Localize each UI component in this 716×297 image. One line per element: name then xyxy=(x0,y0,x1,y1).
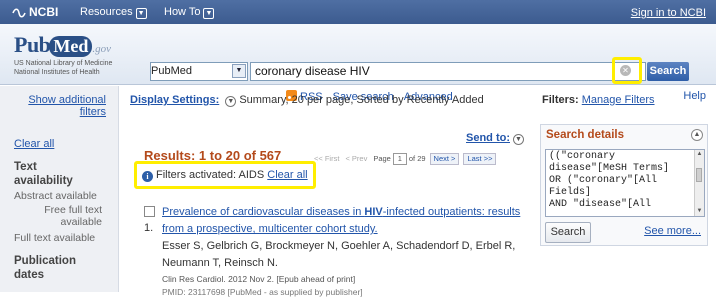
filters-activated-notice: i Filters activated: AIDS Clear all xyxy=(142,169,308,182)
display-settings[interactable]: Display Settings: ▼ Summary, 20 per page,… xyxy=(130,94,484,107)
manage-filters-link[interactable]: Manage Filters xyxy=(582,94,655,106)
publication-dates-heading: Publication dates xyxy=(14,255,76,281)
filters-clear-all-link[interactable]: Clear all xyxy=(267,169,307,181)
page-number-input[interactable]: 1 xyxy=(392,153,407,165)
howto-menu[interactable]: How To ▼ xyxy=(164,6,215,19)
result-journal: Clin Res Cardiol. 2012 Nov 2. [Epub ahea… xyxy=(162,274,356,284)
clear-search-icon[interactable]: ✕ xyxy=(620,65,631,76)
display-settings-value: Summary, 20 per page, Sorted by Recently… xyxy=(239,94,484,106)
scroll-up-icon[interactable]: ▲ xyxy=(695,150,704,159)
search-details-textarea[interactable]: (("coronary disease"[MeSH Terms] OR ("co… xyxy=(545,149,705,217)
send-to-label: Send to: xyxy=(466,132,510,144)
ncbi-logo-icon xyxy=(12,8,26,18)
result-title-keyword: HIV xyxy=(364,206,383,218)
database-select-value: PubMed xyxy=(151,65,192,77)
first-page-button[interactable]: << First xyxy=(314,154,339,163)
filters-manage: Filters: Manage Filters xyxy=(542,94,655,106)
result-pmid: PMID: 23117698 [PubMed - as supplied by … xyxy=(162,287,363,297)
search-details-panel: Search details ▲ (("coronary disease"[Me… xyxy=(540,124,708,246)
filter-full-text-available[interactable]: Full text available xyxy=(14,232,95,244)
scrollbar[interactable]: ▲ ▼ xyxy=(694,150,704,216)
result-checkbox[interactable] xyxy=(144,206,155,217)
logo-pub: Pub xyxy=(14,32,51,57)
clear-all-link[interactable]: Clear all xyxy=(14,138,54,150)
pubmed-logo[interactable]: Pub Med .gov US National Library of Medici… xyxy=(14,32,112,77)
pubmed-header: Pub Med .gov US National Library of Medici… xyxy=(0,24,716,103)
result-title-pre: Prevalence of cardiovascular diseases in xyxy=(162,206,365,218)
logo-subtitle-2: National Institutes of Health xyxy=(14,69,100,76)
resources-menu[interactable]: Resources ▼ xyxy=(80,6,147,19)
ncbi-brand[interactable]: NCBI xyxy=(12,5,58,19)
collapse-icon[interactable]: ▲ xyxy=(691,129,703,141)
logo-gov: .gov xyxy=(92,43,112,55)
right-column: Filters: Manage Filters Search details ▲… xyxy=(540,86,716,292)
text-availability-heading: Text availability xyxy=(14,161,73,187)
result-authors: Esser S, Gelbrich G, Brockmeyer N, Goehl… xyxy=(162,240,516,269)
filter-sidebar: Show additional filters Clear all Text a… xyxy=(0,86,119,292)
result-number: 1. xyxy=(144,222,154,234)
page-label: Page xyxy=(373,154,391,163)
pagination: << First < Prev Page 1 of 29 Next > Last >> xyxy=(314,153,497,165)
logo-subtitle-1: US National Library of Medicine xyxy=(14,60,113,67)
ncbi-topbar: NCBI Resources ▼ How To ▼ Sign in to NCBI xyxy=(0,0,716,24)
filter-abstract-available[interactable]: Abstract available xyxy=(14,190,97,202)
chevron-down-icon: ▼ xyxy=(225,96,237,107)
prev-page-button[interactable]: < Prev xyxy=(345,154,367,163)
next-page-button[interactable]: Next > xyxy=(429,153,460,165)
logo-med: Med xyxy=(49,36,93,57)
ncbi-brand-label: NCBI xyxy=(29,5,59,19)
last-page-button[interactable]: Last >> xyxy=(463,153,497,165)
filters-label: Filters: xyxy=(542,94,579,106)
search-button[interactable]: Search xyxy=(647,62,689,81)
display-settings-label: Display Settings: xyxy=(130,94,220,106)
howto-menu-label: How To xyxy=(164,6,201,18)
search-details-query: (("coronary disease"[MeSH Terms] OR ("co… xyxy=(549,151,670,210)
search-details-title: Search details xyxy=(546,129,624,141)
result-title-link[interactable]: Prevalence of cardiovascular diseases in… xyxy=(162,204,530,238)
results-main: Display Settings: ▼ Summary, 20 per page,… xyxy=(130,86,530,297)
filters-activated-text: Filters activated: AIDS xyxy=(156,169,265,181)
page-count: of 29 xyxy=(408,154,426,163)
filter-free-full-text[interactable]: Free full text available xyxy=(2,204,102,228)
chevron-down-icon: ▼ xyxy=(135,8,147,19)
scroll-down-icon[interactable]: ▼ xyxy=(695,207,704,216)
send-to-menu[interactable]: Send to: ▼ xyxy=(466,132,527,145)
sign-in-link[interactable]: Sign in to NCBI xyxy=(631,7,706,19)
chevron-down-icon: ▼ xyxy=(203,8,215,19)
resources-menu-label: Resources xyxy=(80,6,133,18)
chevron-down-icon[interactable]: ▼ xyxy=(232,64,246,78)
see-more-link[interactable]: See more... xyxy=(644,225,701,237)
search-details-search-button[interactable]: Search xyxy=(545,222,591,243)
info-icon: i xyxy=(142,171,153,182)
scrollbar-thumb[interactable] xyxy=(696,168,702,182)
search-input[interactable]: coronary disease HIV xyxy=(250,62,646,81)
chevron-down-icon: ▼ xyxy=(513,134,524,145)
show-additional-filters-link[interactable]: Show additional filters xyxy=(6,94,106,118)
